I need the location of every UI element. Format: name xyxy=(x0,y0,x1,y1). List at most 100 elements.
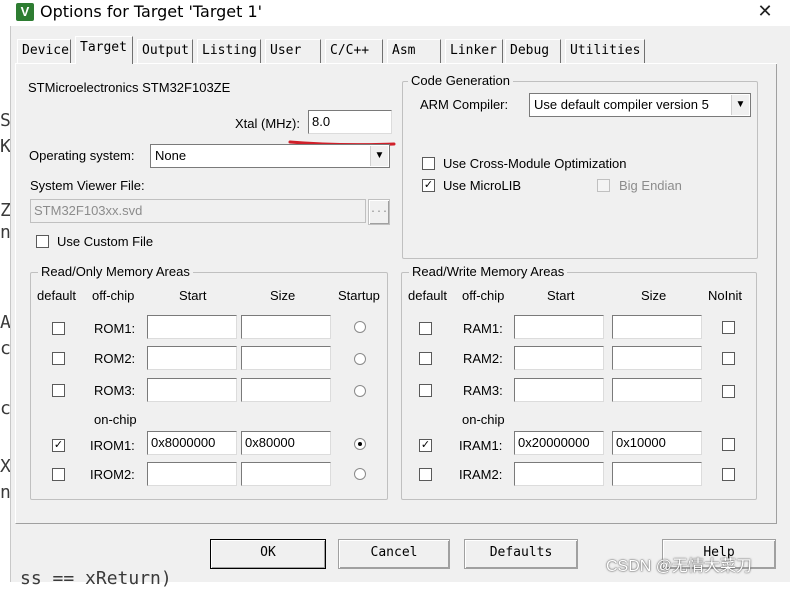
cross-module-checkbox[interactable] xyxy=(422,157,435,170)
ro-onchip-label: on-chip xyxy=(94,412,137,427)
ram1-default-checkbox[interactable] xyxy=(419,322,432,335)
iram2-noinit-checkbox[interactable] xyxy=(722,468,735,481)
tab-asm[interactable]: Asm xyxy=(387,39,441,63)
ram2-noinit-checkbox[interactable] xyxy=(722,352,735,365)
tab-device[interactable]: Device xyxy=(17,39,71,63)
ram2-default-checkbox[interactable] xyxy=(419,352,432,365)
custom-file-label: Use Custom File xyxy=(57,234,154,249)
rom1-size-input[interactable] xyxy=(241,315,331,339)
tab-output[interactable]: Output xyxy=(137,39,193,63)
svd-file-field: STM32F103xx.svd xyxy=(30,199,366,223)
rom3-startup-radio[interactable] xyxy=(354,385,366,397)
rom2-start-input[interactable] xyxy=(147,346,237,370)
defaults-button[interactable]: Defaults xyxy=(464,539,578,569)
irom2-default-checkbox[interactable] xyxy=(52,468,65,481)
ro-header-size: Size xyxy=(270,288,296,303)
iram1-label: IRAM1: xyxy=(459,438,503,453)
iram2-default-checkbox[interactable] xyxy=(419,468,432,481)
tab-user[interactable]: User xyxy=(265,39,321,63)
rom1-default-checkbox[interactable] xyxy=(52,322,65,335)
rom3-label: ROM3: xyxy=(94,383,136,398)
big-endian-checkbox xyxy=(597,179,610,192)
irom2-start-input[interactable] xyxy=(147,462,237,486)
iram2-start-input[interactable] xyxy=(514,462,604,486)
rom1-startup-radio[interactable] xyxy=(354,321,366,333)
ram3-size-input[interactable] xyxy=(612,378,702,402)
rom3-start-input[interactable] xyxy=(147,378,237,402)
irom2-startup-radio[interactable] xyxy=(354,468,366,480)
rw-header-noinit: NoInit xyxy=(708,288,742,303)
ram3-noinit-checkbox[interactable] xyxy=(722,385,735,398)
irom1-startup-radio[interactable] xyxy=(354,438,366,450)
os-select[interactable]: None ▼ xyxy=(150,144,390,168)
iram1-size-input[interactable]: 0x10000 xyxy=(612,431,702,455)
svd-label: System Viewer File: xyxy=(30,178,145,193)
cross-module-label: Use Cross-Module Optimization xyxy=(443,156,627,171)
compiler-select[interactable]: Use default compiler version 5 ▼ xyxy=(529,93,751,117)
ram1-label: RAM1: xyxy=(463,321,503,336)
ram1-size-input[interactable] xyxy=(612,315,702,339)
custom-file-checkbox[interactable] xyxy=(36,235,49,248)
rom2-default-checkbox[interactable] xyxy=(52,352,65,365)
rom1-label: ROM1: xyxy=(94,321,136,336)
cancel-button[interactable]: Cancel xyxy=(338,539,450,569)
big-endian-label: Big Endian xyxy=(619,178,682,193)
rw-header-default: default xyxy=(408,288,448,303)
irom1-label: IROM1: xyxy=(90,438,135,453)
device-name: STMicroelectronics STM32F103ZE xyxy=(28,80,231,95)
rw-header-offchip: off-chip xyxy=(462,288,505,303)
chevron-down-icon[interactable]: ▼ xyxy=(731,95,749,115)
background-window-fragment: S K Z n A c c X n xyxy=(0,0,11,582)
xtal-label: Xtal (MHz): xyxy=(235,116,300,131)
tab-listing[interactable]: Listing xyxy=(197,39,261,63)
tab-c-cpp[interactable]: C/C++ xyxy=(325,39,383,63)
rom2-startup-radio[interactable] xyxy=(354,353,366,365)
compiler-label: ARM Compiler: xyxy=(420,97,509,112)
ram1-noinit-checkbox[interactable] xyxy=(722,321,735,334)
check-icon: ✓ xyxy=(423,179,434,191)
ram3-default-checkbox[interactable] xyxy=(419,384,432,397)
ok-button[interactable]: OK xyxy=(210,539,326,569)
ram2-start-input[interactable] xyxy=(514,346,604,370)
readwrite-memory-title: Read/Write Memory Areas xyxy=(409,264,568,279)
irom1-default-checkbox[interactable]: ✓ xyxy=(52,439,65,452)
background-code-fragment: ss == xReturn) xyxy=(20,568,172,589)
tab-target[interactable]: Target xyxy=(75,36,133,64)
irom1-start-input[interactable]: 0x8000000 xyxy=(147,431,237,455)
chevron-down-icon[interactable]: ▼ xyxy=(370,146,388,166)
ram3-start-input[interactable] xyxy=(514,378,604,402)
irom2-label: IROM2: xyxy=(90,467,135,482)
rom3-size-input[interactable] xyxy=(241,378,331,402)
rom1-start-input[interactable] xyxy=(147,315,237,339)
irom2-size-input[interactable] xyxy=(241,462,331,486)
rw-onchip-label: on-chip xyxy=(462,412,505,427)
compiler-select-value: Use default compiler version 5 xyxy=(534,97,709,112)
check-icon: ✓ xyxy=(53,439,64,451)
tab-linker[interactable]: Linker xyxy=(445,39,503,63)
code-generation-title: Code Generation xyxy=(408,73,514,88)
rom2-label: ROM2: xyxy=(94,351,136,366)
microlib-checkbox[interactable]: ✓ xyxy=(422,179,435,192)
iram2-size-input[interactable] xyxy=(612,462,702,486)
iram1-noinit-checkbox[interactable] xyxy=(722,438,735,451)
os-select-value: None xyxy=(155,148,187,163)
iram1-default-checkbox[interactable]: ✓ xyxy=(419,439,432,452)
rw-header-size: Size xyxy=(641,288,667,303)
tab-utilities[interactable]: Utilities xyxy=(565,39,645,63)
rom3-default-checkbox[interactable] xyxy=(52,384,65,397)
svd-browse-button: ... xyxy=(368,199,390,225)
radio-dot xyxy=(358,442,362,446)
irom1-size-input[interactable]: 0x80000 xyxy=(241,431,331,455)
ram1-start-input[interactable] xyxy=(514,315,604,339)
ram2-size-input[interactable] xyxy=(612,346,702,370)
rw-header-start: Start xyxy=(547,288,575,303)
check-icon: ✓ xyxy=(420,439,431,451)
microlib-label: Use MicroLIB xyxy=(443,178,522,193)
xtal-input[interactable]: 8.0 xyxy=(308,110,392,134)
window-title: Options for Target 'Target 1' xyxy=(40,2,263,21)
iram1-start-input[interactable]: 0x20000000 xyxy=(514,431,604,455)
watermark-text: CSDN @无情大菜刀 xyxy=(606,558,753,575)
close-icon[interactable]: ✕ xyxy=(752,0,778,24)
rom2-size-input[interactable] xyxy=(241,346,331,370)
tab-debug[interactable]: Debug xyxy=(505,39,561,63)
